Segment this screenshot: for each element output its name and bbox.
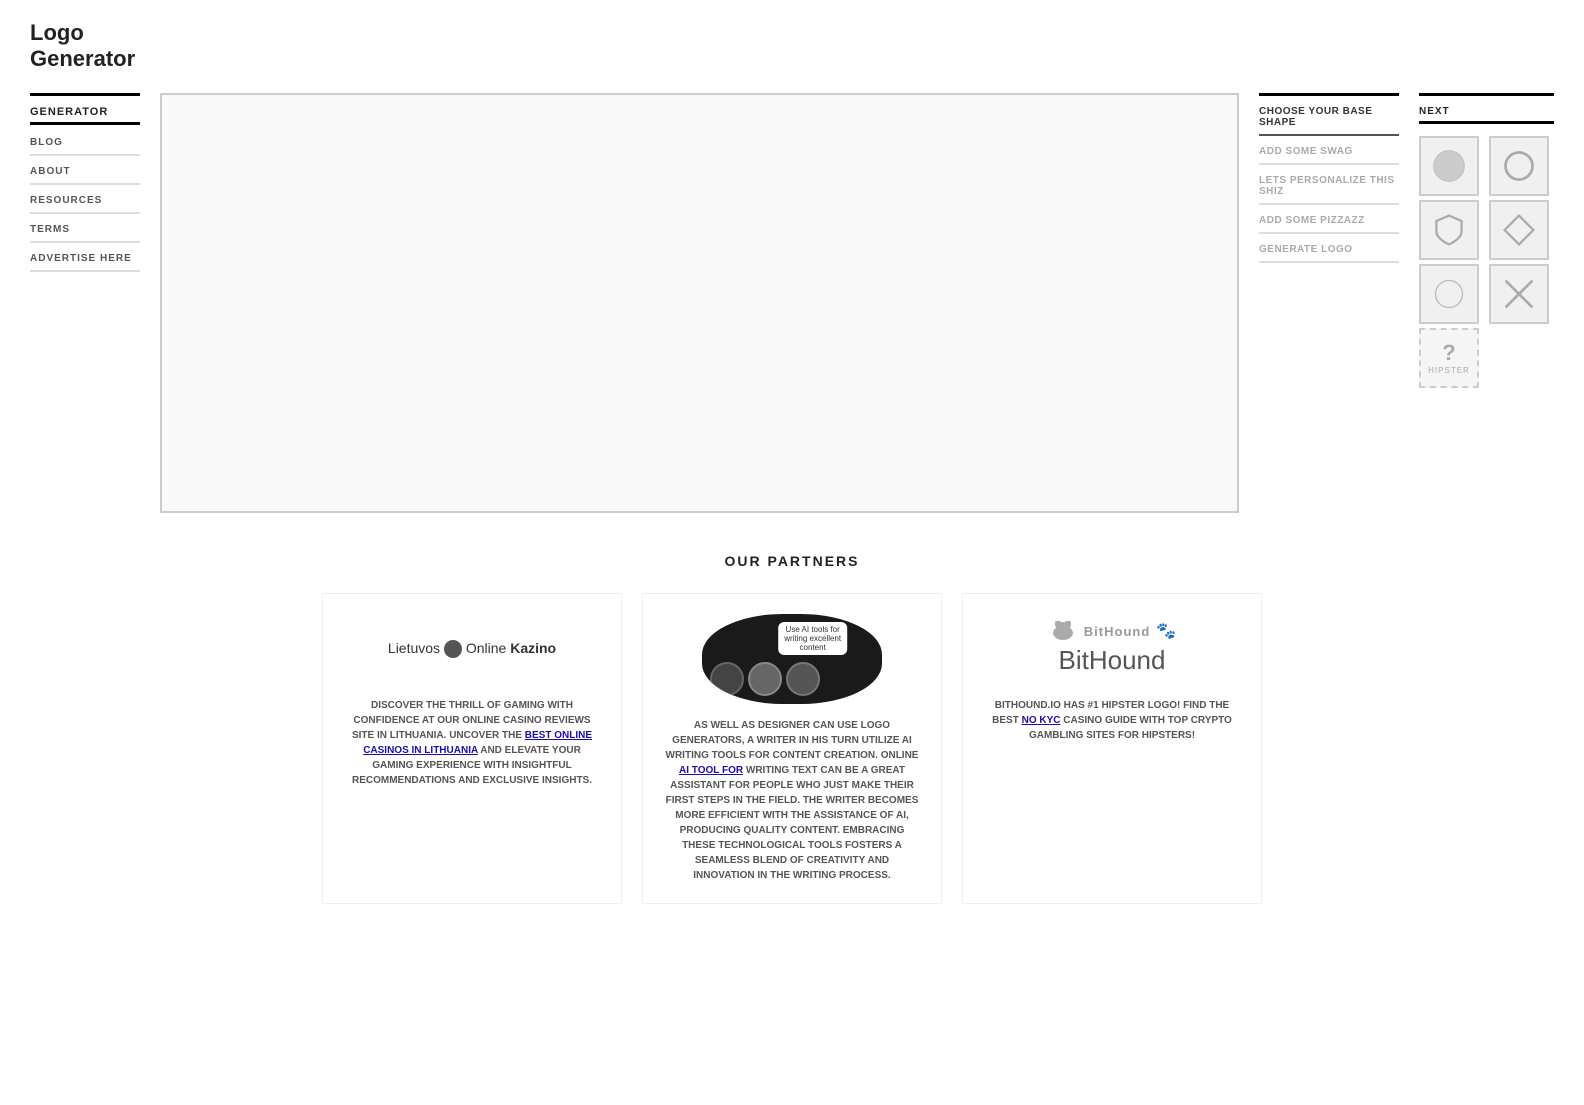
shape-shield[interactable] xyxy=(1419,200,1479,260)
ai-dark-blob: Use AI tools forwriting excellentcontent xyxy=(702,614,882,704)
step-2[interactable]: ADD SOME SWAG xyxy=(1259,146,1399,157)
circle-filled-icon xyxy=(1431,148,1467,184)
sidebar-divider-1 xyxy=(30,154,140,156)
step-divider-2 xyxy=(1259,163,1399,165)
step-divider-4 xyxy=(1259,232,1399,234)
ai-circle-2 xyxy=(748,662,782,696)
shape-hipster[interactable]: ? HIPSTER xyxy=(1419,328,1479,388)
shape-diamond[interactable] xyxy=(1489,200,1549,260)
circle-thin-icon xyxy=(1431,276,1467,312)
dog-icon xyxy=(1048,621,1078,641)
step-divider-1 xyxy=(1259,134,1399,136)
partners-title: OUR PARTNERS xyxy=(20,553,1564,569)
paw-icon: 🐾 xyxy=(1156,621,1176,641)
steps-panel: CHOOSE YOUR BASE SHAPE ADD SOME SWAG LET… xyxy=(1259,93,1399,513)
step-divider-3 xyxy=(1259,203,1399,205)
bithound-brand-label: BitHound xyxy=(1084,624,1150,639)
next-top-line xyxy=(1419,93,1554,96)
hipster-question-mark: ? xyxy=(1442,340,1455,366)
partner-card-bithound: BitHound 🐾 BitHound BITHOUND.IO HAS #1 H… xyxy=(962,593,1262,904)
bithound-logo-area: BitHound 🐾 BitHound xyxy=(1048,621,1176,676)
bithound-name: BitHound xyxy=(1048,645,1176,676)
sidebar-top-divider xyxy=(30,93,140,96)
site-logo: Logo Generator xyxy=(30,20,1554,73)
step-5[interactable]: GENERATE LOGO xyxy=(1259,244,1399,255)
sidebar-divider-5 xyxy=(30,270,140,272)
step-1[interactable]: CHOOSE YOUR BASE SHAPE xyxy=(1259,106,1399,128)
shapes-grid xyxy=(1419,136,1554,324)
partners-section: OUR PARTNERS Lietuvos Online Kazino DISC… xyxy=(0,513,1584,924)
partner-card-ai: Use AI tools forwriting excellentcontent… xyxy=(642,593,942,904)
shape-x-mark[interactable] xyxy=(1489,264,1549,324)
shapes-panel: NEXT xyxy=(1419,93,1554,513)
shape-circle-filled[interactable] xyxy=(1419,136,1479,196)
partner-logo-bithound: BitHound 🐾 BitHound xyxy=(983,614,1241,684)
sidebar-item-about[interactable]: ABOUT xyxy=(30,166,140,177)
sidebar-item-terms[interactable]: TERMS xyxy=(30,224,140,235)
logo-canvas xyxy=(160,93,1239,513)
ai-circles xyxy=(702,654,828,704)
shield-icon xyxy=(1431,212,1467,248)
partner-logo-lietuvos: Lietuvos Online Kazino xyxy=(343,614,601,684)
partner-card-lietuvos: Lietuvos Online Kazino DISCOVER THE THRI… xyxy=(322,593,622,904)
partner-link-no-kyc[interactable]: NO KYC xyxy=(1022,715,1061,726)
main-layout: GENERATOR BLOG ABOUT RESOURCES TERMS ADV… xyxy=(0,93,1584,513)
ai-circle-3 xyxy=(786,662,820,696)
ai-image-container: Use AI tools forwriting excellentcontent xyxy=(702,614,882,704)
step-3[interactable]: LETS PERSONALIZE THIS SHIZ xyxy=(1259,175,1399,197)
sidebar-title: GENERATOR xyxy=(30,106,140,125)
ai-circle-1 xyxy=(710,662,744,696)
hipster-label: HIPSTER xyxy=(1428,366,1470,375)
site-header: Logo Generator xyxy=(0,0,1584,93)
diamond-icon xyxy=(1501,212,1537,248)
step-divider-5 xyxy=(1259,261,1399,263)
x-mark-icon xyxy=(1501,276,1537,312)
step-4[interactable]: ADD SOME PIZZAZZ xyxy=(1259,215,1399,226)
globe-icon xyxy=(444,640,462,658)
next-title: NEXT xyxy=(1419,106,1554,124)
partner-body-bithound: BITHOUND.IO HAS #1 HIPSTER LOGO! FIND TH… xyxy=(983,698,1241,743)
circle-outline-icon xyxy=(1501,148,1537,184)
sidebar-divider-4 xyxy=(30,241,140,243)
steps-top-line xyxy=(1259,93,1399,96)
partner-logo-ai: Use AI tools forwriting excellentcontent xyxy=(663,614,921,704)
sidebar-item-blog[interactable]: BLOG xyxy=(30,137,140,148)
shape-circle-outline[interactable] xyxy=(1489,136,1549,196)
ai-bubble-text: Use AI tools forwriting excellentcontent xyxy=(778,622,847,655)
sidebar-divider-2 xyxy=(30,183,140,185)
partner-link-ai-tool[interactable]: AI TOOL FOR xyxy=(679,765,743,776)
sidebar-item-advertise[interactable]: ADVERTISE HERE xyxy=(30,253,140,264)
shape-circle-thin[interactable] xyxy=(1419,264,1479,324)
bithound-top: BitHound 🐾 xyxy=(1048,621,1176,641)
sidebar: GENERATOR BLOG ABOUT RESOURCES TERMS ADV… xyxy=(30,93,140,513)
sidebar-item-resources[interactable]: RESOURCES xyxy=(30,195,140,206)
sidebar-divider-3 xyxy=(30,212,140,214)
partners-grid: Lietuvos Online Kazino DISCOVER THE THRI… xyxy=(20,593,1564,904)
partner-body-lietuvos: DISCOVER THE THRILL OF GAMING WITH CONFI… xyxy=(343,698,601,788)
partner-logo-text-lietuvos: Lietuvos Online Kazino xyxy=(388,640,556,658)
partner-body-ai: AS WELL AS DESIGNER CAN USE LOGO GENERAT… xyxy=(663,718,921,883)
